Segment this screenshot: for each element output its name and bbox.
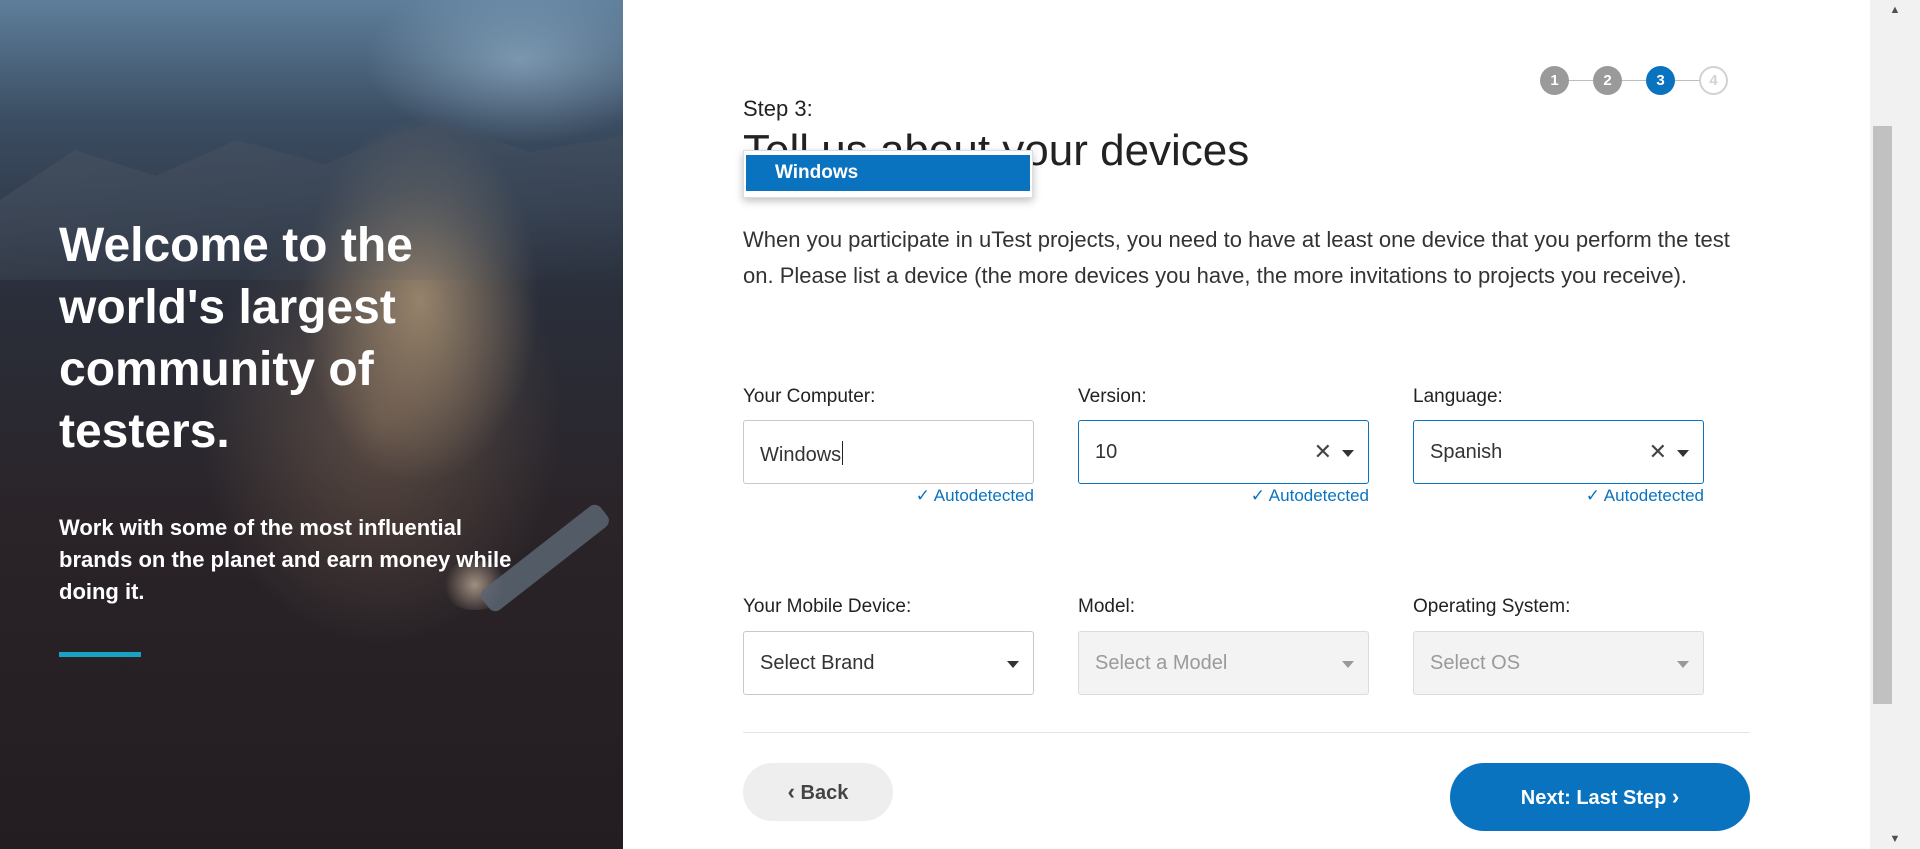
check-icon: ✓	[1250, 486, 1265, 505]
chevron-right-icon: ›	[1671, 784, 1680, 809]
computer-input-value: Windows	[760, 441, 844, 467]
step-1-indicator: 1	[1540, 66, 1569, 95]
model-placeholder: Select a Model	[1095, 652, 1228, 674]
step-connector	[1622, 80, 1646, 81]
version-select[interactable]: 10 ✕	[1078, 420, 1369, 484]
check-icon: ✓	[915, 486, 930, 505]
step-4-indicator: 4	[1699, 66, 1728, 95]
next-button[interactable]: Next: Last Step ›	[1450, 763, 1750, 831]
computer-autodetected-note: ✓ Autodetected	[743, 486, 1034, 506]
computer-input[interactable]: Windows	[743, 420, 1034, 484]
clear-icon[interactable]: ✕	[1649, 439, 1667, 465]
step-connector	[1675, 80, 1699, 81]
check-icon: ✓	[1585, 486, 1600, 505]
mobile-brand-select[interactable]: Select Brand	[743, 631, 1034, 695]
version-autodetected-note: ✓ Autodetected	[1078, 486, 1369, 506]
step-connector	[1569, 80, 1593, 81]
scroll-down-arrow-icon[interactable]: ▼	[1870, 833, 1920, 845]
os-placeholder: Select OS	[1430, 652, 1521, 674]
page-scrollbar[interactable]: ▲ ▼	[1870, 0, 1920, 849]
computer-input-text: Windows	[760, 444, 842, 466]
hero-subtitle: Work with some of the most influential b…	[59, 515, 512, 604]
scrollbar-thumb[interactable]	[1873, 126, 1892, 704]
hero-panel: Welcome to the world's largest community…	[0, 0, 623, 849]
chevron-down-icon[interactable]	[1342, 450, 1354, 457]
chevron-down-icon[interactable]	[1007, 661, 1019, 668]
step-label: Step 3:	[743, 96, 813, 121]
computer-autocomplete-menu: Windows	[743, 150, 1033, 198]
back-button[interactable]: ‹ Back	[743, 763, 893, 821]
step-2-indicator: 2	[1593, 66, 1622, 95]
chevron-down-icon[interactable]	[1677, 661, 1689, 668]
model-label: Model:	[1078, 596, 1136, 617]
autodetected-label: Autodetected	[1268, 486, 1369, 505]
chevron-left-icon: ‹	[787, 779, 795, 804]
text-cursor	[842, 441, 844, 465]
os-label: Operating System:	[1413, 596, 1571, 617]
mobile-device-label: Your Mobile Device:	[743, 596, 912, 617]
hero-accent-rule	[59, 652, 141, 657]
language-select[interactable]: Spanish ✕	[1413, 420, 1704, 484]
os-select[interactable]: Select OS	[1413, 631, 1704, 695]
version-value: 10	[1095, 441, 1118, 463]
step-3-indicator: 3	[1646, 66, 1675, 95]
autodetected-label: Autodetected	[933, 486, 1034, 505]
autocomplete-option-windows[interactable]: Windows	[746, 155, 1030, 191]
computer-label: Your Computer:	[743, 386, 876, 407]
form-divider	[743, 732, 1750, 733]
version-label: Version:	[1078, 386, 1147, 407]
intro-text: When you participate in uTest projects, …	[743, 227, 1730, 288]
next-button-label: Next: Last Step	[1520, 787, 1667, 809]
brand-placeholder: Select Brand	[760, 652, 875, 674]
scroll-up-arrow-icon[interactable]: ▲	[1870, 4, 1920, 16]
language-label: Language:	[1413, 386, 1503, 407]
language-autodetected-note: ✓ Autodetected	[1413, 486, 1704, 506]
back-button-label: Back	[800, 782, 849, 804]
chevron-down-icon[interactable]	[1677, 450, 1689, 457]
clear-icon[interactable]: ✕	[1314, 439, 1332, 465]
hero-title: Welcome to the world's largest community…	[59, 219, 413, 458]
autodetected-label: Autodetected	[1603, 486, 1704, 505]
language-value: Spanish	[1430, 441, 1503, 463]
model-select[interactable]: Select a Model	[1078, 631, 1369, 695]
chevron-down-icon[interactable]	[1342, 661, 1354, 668]
